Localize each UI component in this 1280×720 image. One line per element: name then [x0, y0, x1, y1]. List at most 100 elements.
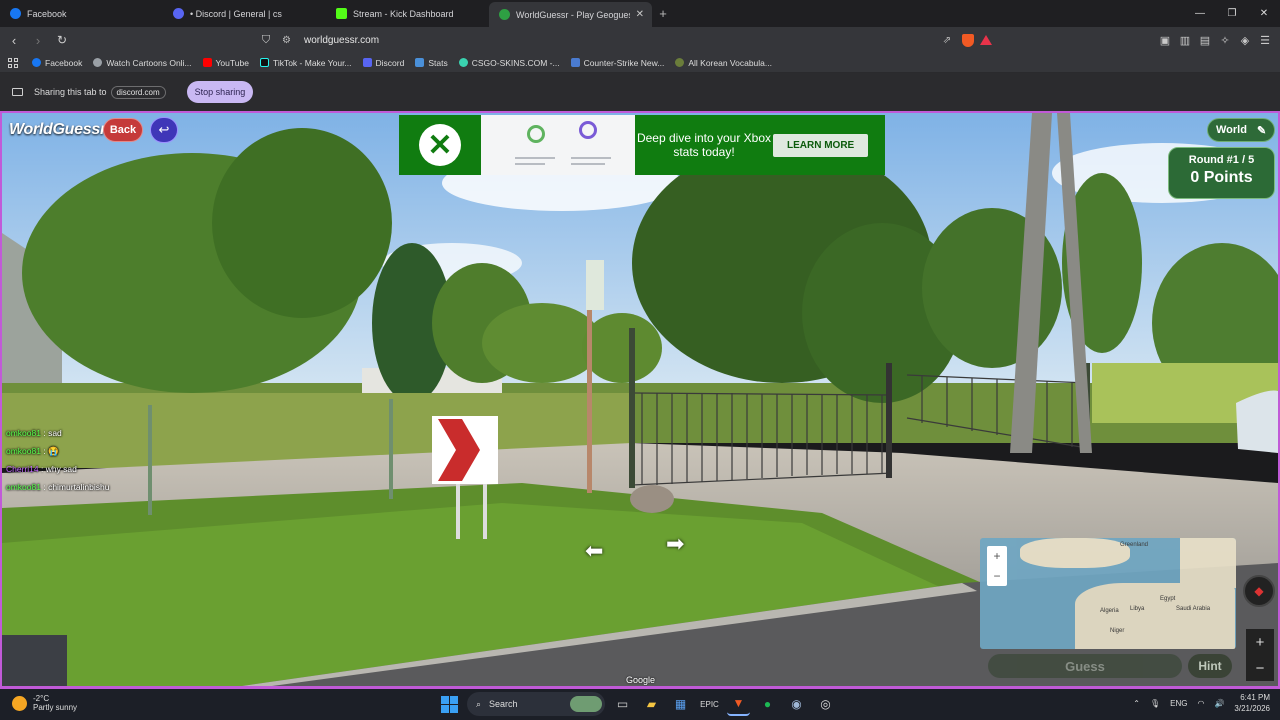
move-right-arrow-icon[interactable]: ➡	[666, 531, 684, 557]
bookmark-icon[interactable]: ⛉	[258, 34, 274, 47]
map-label: Egypt	[1160, 596, 1176, 602]
vpn-icon[interactable]: ◈	[1238, 31, 1252, 49]
clock-date: 3/21/2026	[1234, 704, 1270, 713]
sidebar-icon[interactable]: ▥	[1178, 31, 1192, 49]
worldguessr-logo[interactable]: WorldGuessr	[9, 121, 106, 139]
move-left-arrow-icon[interactable]: ⬅	[585, 538, 603, 564]
bookmark-label: Counter-Strike New...	[583, 57, 665, 68]
steam-icon[interactable]: ◉	[785, 693, 808, 716]
obs-icon[interactable]: ◎	[814, 693, 837, 716]
worldguessr-icon	[499, 9, 510, 20]
chat-message: omkoo81 : 😭	[6, 442, 109, 460]
close-tab-icon[interactable]: ✕	[636, 9, 644, 20]
sharing-target: discord.com	[110, 85, 166, 99]
chat-username: omkoo81	[6, 446, 41, 456]
share-icon[interactable]: ⇗	[938, 35, 956, 46]
chat-text: why sad	[45, 464, 77, 474]
file-explorer-icon[interactable]: ▰	[640, 693, 663, 716]
discord-icon	[362, 58, 372, 67]
map-mode-selector[interactable]: World ✎	[1207, 118, 1275, 142]
return-to-start-button[interactable]: ↩	[150, 117, 178, 143]
chat-separator: :	[40, 446, 49, 456]
tab-kick[interactable]: Stream - Kick Dashboard	[326, 0, 489, 27]
compass-icon[interactable]: ◆	[1243, 575, 1275, 607]
bookmark-discord[interactable]: Discord	[362, 57, 405, 68]
forward-arrow-icon[interactable]: ›	[28, 30, 48, 50]
taskbar-apps: ⌕ Search ▭ ▰ ▦ EPIC ▼ ● ◉ ◎	[438, 692, 837, 716]
bookmark-label: Discord	[375, 57, 405, 68]
browser-tab-strip: Facebook • Discord | General | cs Stream…	[0, 0, 1280, 27]
bookmark-watch-cartoons[interactable]: Watch Cartoons Onli...	[93, 58, 192, 68]
close-window-icon[interactable]: ✕	[1248, 0, 1280, 27]
guess-button[interactable]: Guess	[988, 654, 1182, 678]
new-tab-button[interactable]: +	[652, 0, 674, 27]
wallet-icon[interactable]: ▤	[1198, 31, 1212, 49]
wifi-icon[interactable]: ◠	[1197, 699, 1204, 708]
map-label: Libya	[1130, 606, 1145, 612]
bookmark-counter-strike[interactable]: Counter-Strike New...	[570, 57, 665, 68]
system-tray: ⌃ 🎙 ENG ◠ 🔊 6:41 PM 3/21/2026	[1133, 692, 1270, 714]
volume-icon[interactable]: 🔊	[1214, 699, 1224, 708]
zoom-out-icon[interactable]: −	[987, 569, 1007, 583]
weather-widget[interactable]: -2°C Partly sunny	[12, 694, 77, 712]
facebook-icon	[10, 8, 21, 19]
korean-vocab-icon	[675, 58, 685, 67]
site-settings-icon[interactable]: ⚙	[282, 35, 296, 46]
tab-worldguessr[interactable]: WorldGuessr - Play Geoguess ✕	[489, 2, 652, 27]
chat-username: Cherri14	[6, 464, 39, 474]
zoom-out-icon[interactable]: −	[1256, 660, 1265, 677]
map-label: Algeria	[1100, 608, 1119, 614]
bookmark-tiktok[interactable]: TikTok - Make Your...	[259, 58, 352, 68]
windows-start-icon[interactable]	[438, 693, 461, 716]
chat-separator: :	[38, 464, 46, 474]
back-button[interactable]: Back	[103, 118, 143, 142]
brave-browser-icon[interactable]: ▼	[727, 693, 750, 716]
microphone-icon[interactable]: 🎙	[1150, 699, 1160, 708]
stop-sharing-button[interactable]: Stop sharing	[186, 81, 254, 103]
tab-discord[interactable]: • Discord | General | cs	[163, 0, 326, 27]
cast-icon[interactable]: ▣	[1158, 31, 1172, 49]
zoom-in-icon[interactable]: +	[987, 549, 1007, 563]
address-bar[interactable]: ⛉ ⚙ worldguessr.com ⇗	[258, 30, 998, 50]
facebook-icon	[32, 58, 41, 67]
stream-chat-overlay: omkoo81 : sad omkoo81 : 😭 Cherri14 : why…	[6, 424, 109, 496]
bookmark-youtube[interactable]: YouTube	[202, 58, 249, 68]
hint-button[interactable]: Hint	[1188, 654, 1232, 678]
reload-icon[interactable]: ↻	[52, 30, 72, 50]
language-indicator[interactable]: ENG	[1170, 699, 1187, 708]
tiktok-icon	[259, 58, 269, 67]
search-highlight-icon	[570, 696, 602, 712]
minimize-icon[interactable]: —	[1184, 0, 1216, 27]
zoom-in-icon[interactable]: +	[1256, 634, 1265, 651]
csgo-skins-icon	[458, 58, 468, 67]
brave-shield-icon[interactable]	[962, 33, 974, 47]
learn-more-button[interactable]: LEARN MORE	[773, 133, 869, 157]
counter-strike-icon	[570, 58, 580, 67]
tray-overflow-icon[interactable]: ⌃	[1133, 699, 1140, 708]
bookmark-stats[interactable]: Stats	[415, 58, 448, 68]
brave-rewards-icon[interactable]	[980, 35, 992, 45]
xbox-advertisement[interactable]: ✕ Deep dive into your Xbox stats today! …	[399, 115, 885, 175]
microsoft-store-icon[interactable]: ▦	[669, 693, 692, 716]
tab-facebook[interactable]: Facebook	[0, 0, 163, 27]
task-view-icon[interactable]: ▭	[611, 693, 634, 716]
back-arrow-icon[interactable]: ‹	[4, 30, 24, 50]
menu-icon[interactable]: ☰	[1258, 31, 1272, 49]
leo-ai-icon[interactable]: ✧	[1218, 31, 1232, 49]
guess-minimap[interactable]: Greenland Libya Algeria Niger Saudi Arab…	[980, 538, 1236, 649]
bookmark-korean-vocab[interactable]: All Korean Vocabula...	[675, 58, 772, 68]
browser-toolbar: ‹ › ↻ ⛉ ⚙ worldguessr.com ⇗ ▣ ▥ ▤ ✧ ◈ ☰	[0, 27, 1280, 53]
url-text[interactable]: worldguessr.com	[304, 35, 938, 46]
bookmark-facebook[interactable]: Facebook	[32, 58, 82, 68]
taskbar-search[interactable]: ⌕ Search	[467, 692, 605, 716]
chat-message: omkoo81 : chimurtalinbishu	[6, 478, 109, 496]
taskbar-clock[interactable]: 6:41 PM 3/21/2026	[1234, 692, 1270, 714]
map-mode-label: World	[1216, 124, 1247, 136]
bookmark-csgo-skins[interactable]: CSGO-SKINS.COM -...	[458, 58, 560, 68]
tab-label: WorldGuessr - Play Geoguess	[516, 9, 630, 20]
spotify-icon[interactable]: ●	[756, 693, 779, 716]
epic-games-icon[interactable]: EPIC	[698, 693, 721, 716]
clock-time: 6:41 PM	[1240, 693, 1270, 702]
apps-grid-icon[interactable]	[8, 57, 18, 68]
maximize-icon[interactable]: ❐	[1216, 0, 1248, 27]
